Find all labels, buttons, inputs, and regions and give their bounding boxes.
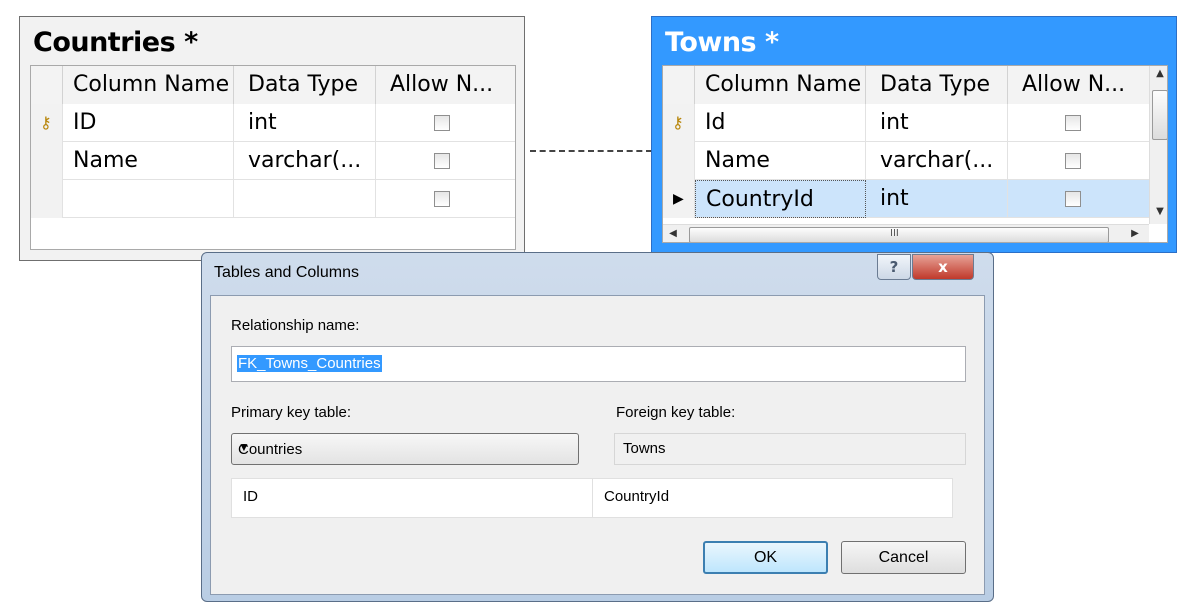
foreign-key-table-field: Towns — [614, 433, 966, 465]
towns-column-grid[interactable]: Column Name Data Type Allow N... ⚷ Id in… — [662, 65, 1168, 243]
tables-and-columns-dialog[interactable]: Tables and Columns ? x Relationship name… — [201, 252, 994, 602]
column-name-cell[interactable]: Name — [695, 142, 866, 180]
scroll-left-icon[interactable]: ◀ — [665, 228, 681, 239]
horizontal-scrollbar[interactable]: ◀ III ▶ — [663, 224, 1149, 242]
allow-nulls-header[interactable]: Allow N... — [376, 66, 515, 104]
close-button[interactable]: x — [912, 254, 974, 280]
table-row-current[interactable]: ▶ CountryId int — [663, 180, 1149, 218]
row-selector[interactable]: ⚷ — [663, 104, 695, 142]
countries-table-title: Countries * — [33, 27, 198, 58]
column-name-cell[interactable]: ID — [63, 104, 234, 142]
countries-table-window[interactable]: Countries * Column Name Data Type Allow … — [19, 16, 525, 261]
column-name-header[interactable]: Column Name — [695, 66, 866, 104]
allow-nulls-checkbox[interactable] — [1065, 153, 1081, 169]
table-row[interactable] — [31, 180, 515, 218]
grid-header-row: Column Name Data Type Allow N... — [31, 66, 515, 104]
data-type-cell[interactable]: int — [866, 104, 1008, 142]
column-name-cell[interactable]: Id — [695, 104, 866, 142]
allow-nulls-header[interactable]: Allow N... — [1008, 66, 1149, 104]
data-type-cell[interactable]: int — [234, 104, 376, 142]
towns-table-title: Towns * — [665, 27, 779, 58]
scroll-thumb[interactable]: III — [689, 227, 1109, 242]
scroll-grip: III — [890, 228, 899, 239]
ok-button[interactable]: OK — [703, 541, 828, 574]
allow-nulls-cell — [376, 142, 515, 180]
row-selector[interactable]: ▶ — [663, 180, 695, 218]
scroll-up-icon[interactable]: ▲ — [1150, 68, 1167, 79]
primary-key-table-select[interactable]: Countries ▼ — [231, 433, 579, 465]
dialog-body: Relationship name: FK_Towns_Countries Pr… — [210, 295, 985, 595]
row-selector[interactable] — [31, 180, 63, 218]
mapping-divider — [592, 479, 593, 517]
cancel-button[interactable]: Cancel — [841, 541, 966, 574]
column-name-cell[interactable]: CountryId — [695, 180, 866, 218]
help-button[interactable]: ? — [877, 254, 911, 280]
allow-nulls-checkbox[interactable] — [434, 191, 450, 207]
column-name-cell[interactable] — [63, 180, 234, 218]
scroll-down-icon[interactable]: ▼ — [1150, 206, 1167, 217]
relationship-name-field[interactable]: FK_Towns_Countries — [231, 346, 966, 382]
foreign-key-column-cell[interactable]: CountryId — [604, 488, 669, 505]
grid-header-row: Column Name Data Type Allow N... — [663, 66, 1149, 104]
primary-key-icon: ⚷ — [40, 113, 52, 132]
allow-nulls-cell — [1008, 180, 1149, 218]
chevron-down-icon: ▼ — [238, 440, 250, 454]
table-row[interactable]: Name varchar(... — [31, 142, 515, 180]
scroll-thumb[interactable] — [1152, 90, 1167, 140]
column-name-cell[interactable]: Name — [63, 142, 234, 180]
allow-nulls-cell — [1008, 142, 1149, 180]
table-row[interactable]: Name varchar(... — [663, 142, 1149, 180]
foreign-key-table-value: Towns — [623, 440, 666, 457]
data-type-cell[interactable] — [234, 180, 376, 218]
allow-nulls-checkbox[interactable] — [1065, 191, 1081, 207]
allow-nulls-checkbox[interactable] — [434, 115, 450, 131]
countries-column-grid[interactable]: Column Name Data Type Allow N... ⚷ ID in… — [30, 65, 516, 250]
relationship-line[interactable] — [530, 150, 652, 152]
allow-nulls-checkbox[interactable] — [1065, 115, 1081, 131]
relationship-name-value: FK_Towns_Countries — [237, 355, 382, 372]
scroll-right-icon[interactable]: ▶ — [1127, 228, 1143, 239]
allow-nulls-cell — [376, 180, 515, 218]
data-type-cell[interactable]: varchar(... — [866, 142, 1008, 180]
data-type-cell[interactable]: varchar(... — [234, 142, 376, 180]
allow-nulls-cell — [376, 104, 515, 142]
row-selector[interactable]: ⚷ — [31, 104, 63, 142]
column-mapping-grid[interactable]: ID CountryId — [231, 478, 953, 518]
row-selector-header — [31, 66, 63, 104]
vertical-scrollbar[interactable]: ▲ ▼ — [1149, 66, 1167, 224]
primary-key-column-cell[interactable]: ID — [243, 488, 258, 505]
allow-nulls-cell — [1008, 104, 1149, 142]
primary-key-icon: ⚷ — [672, 113, 684, 132]
towns-table-window[interactable]: Towns * Column Name Data Type Allow N...… — [651, 16, 1177, 253]
row-selector[interactable] — [31, 142, 63, 180]
row-selector-header — [663, 66, 695, 104]
data-type-header[interactable]: Data Type — [866, 66, 1008, 104]
table-row[interactable]: ⚷ ID int — [31, 104, 515, 142]
table-row[interactable]: ⚷ Id int — [663, 104, 1149, 142]
dialog-title: Tables and Columns — [214, 264, 359, 281]
foreign-key-table-label: Foreign key table: — [616, 404, 736, 421]
data-type-header[interactable]: Data Type — [234, 66, 376, 104]
allow-nulls-checkbox[interactable] — [434, 153, 450, 169]
primary-key-table-label: Primary key table: — [231, 404, 352, 421]
row-selector[interactable] — [663, 142, 695, 180]
column-name-header[interactable]: Column Name — [63, 66, 234, 104]
relationship-name-label: Relationship name: — [231, 317, 360, 334]
current-row-arrow-icon: ▶ — [673, 191, 684, 207]
data-type-cell[interactable]: int — [866, 180, 1008, 218]
